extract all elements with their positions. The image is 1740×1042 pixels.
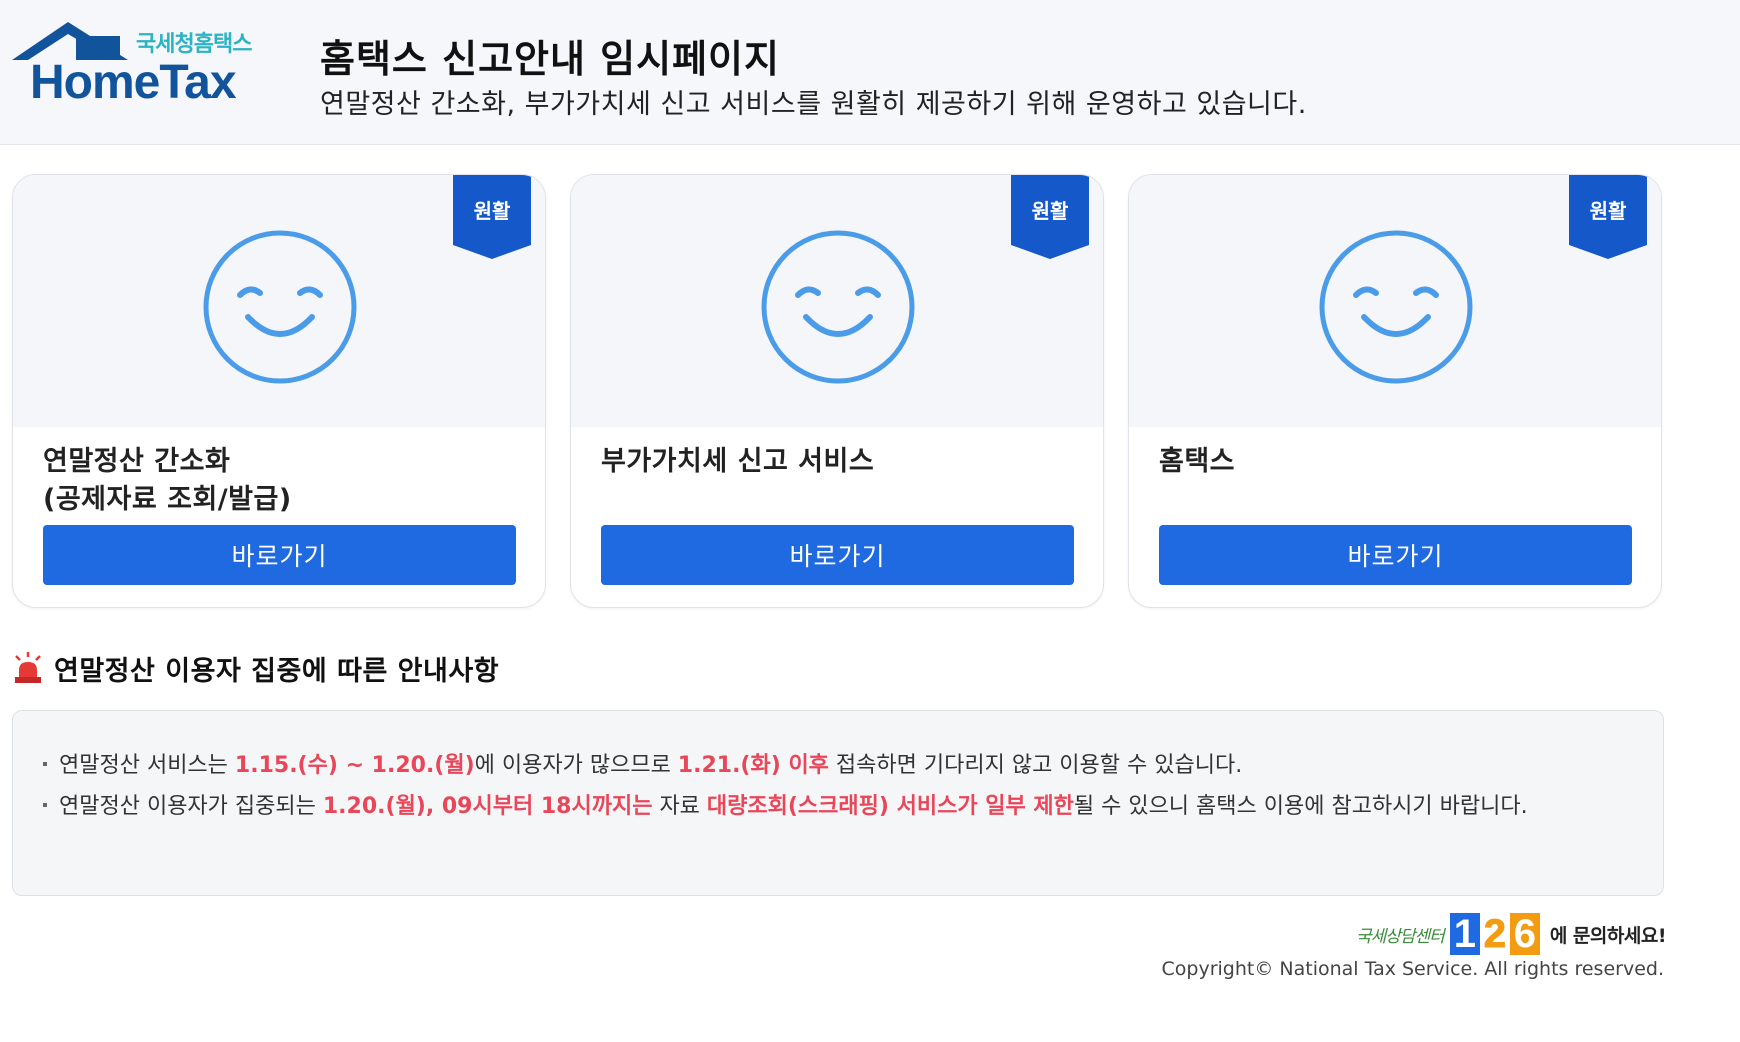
notice-text: 될 수 있으니 홈택스 이용에 참고하시기 바랍니다. <box>1073 794 1528 819</box>
siren-icon <box>15 652 41 683</box>
smile-icon <box>203 230 357 384</box>
notice-heading: 연말정산 이용자 집중에 따른 안내사항 <box>12 648 499 688</box>
card-title-line1: 부가가치세 신고 서비스 <box>601 446 875 477</box>
notice-title: 연말정산 이용자 집중에 따른 안내사항 <box>54 655 500 687</box>
service-cards: 원활 연말정산 간소화 (공제자료 조회/발급) 바로가기 원활 부가가치세 신… <box>12 174 1664 608</box>
service-card-hometax: 원활 홈택스 바로가기 <box>1128 174 1662 608</box>
card-title: 연말정산 간소화 (공제자료 조회/발급) <box>43 443 523 519</box>
contact-digit: 6 <box>1509 913 1540 955</box>
service-card-vat-filing: 원활 부가가치세 신고 서비스 바로가기 <box>570 174 1104 608</box>
card-status-area: 원활 <box>571 175 1103 427</box>
contact-center-label: 국세상담센터 <box>1355 926 1445 947</box>
status-badge-label: 원활 <box>1031 199 1069 223</box>
card-title-line2: (공제자료 조회/발급) <box>43 484 292 515</box>
notice-text: 연말정산 서비스는 <box>59 753 235 778</box>
contact-prompt: 에 문의하세요! <box>1549 924 1667 947</box>
notice-highlight: 1.21.(화) 이후 <box>677 753 829 778</box>
notice-highlight: 1.20.(월), 09시부터 18시까지는 <box>322 794 653 819</box>
contact-digit: 2 <box>1479 913 1510 956</box>
contact-number: 1 2 6 <box>1449 913 1540 956</box>
go-button-hometax[interactable]: 바로가기 <box>1159 525 1632 585</box>
notice-highlight: 대량조회(스크래핑) 서비스가 일부 제한 <box>706 794 1074 819</box>
notice-text: 자료 <box>652 794 707 819</box>
hometax-logo[interactable]: 국세청홈택스 HomeTax <box>10 22 270 112</box>
card-status-area: 원활 <box>13 175 545 427</box>
status-badge-label: 원활 <box>1589 199 1627 223</box>
card-title: 부가가치세 신고 서비스 <box>601 443 1081 481</box>
notice-item: 연말정산 이용자가 집중되는 1.20.(월), 09시부터 18시까지는 자료… <box>43 790 1603 823</box>
page-title: 홈택스 신고안내 임시페이지 <box>320 37 780 81</box>
notice-item: 연말정산 서비스는 1.15.(수) ~ 1.20.(월)에 이용자가 많으므로… <box>43 749 1603 782</box>
notice-text: 에 이용자가 많으므로 <box>474 753 678 778</box>
notice-text: 접속하면 기다리지 않고 이용할 수 있습니다. <box>828 753 1243 778</box>
service-card-year-end-settlement: 원활 연말정산 간소화 (공제자료 조회/발급) 바로가기 <box>12 174 546 608</box>
logo-subtitle: 국세청홈택스 <box>136 32 252 57</box>
header: 국세청홈택스 HomeTax 홈택스 신고안내 임시페이지 연말정산 간소화, … <box>0 0 1740 145</box>
status-badge: 원활 <box>1011 175 1089 259</box>
contact-digit: 1 <box>1449 913 1480 955</box>
card-title-line1: 연말정산 간소화 <box>43 446 231 477</box>
card-status-area: 원활 <box>1129 175 1661 427</box>
notice-list: 연말정산 서비스는 1.15.(수) ~ 1.20.(월)에 이용자가 많으므로… <box>43 749 1603 831</box>
smile-icon <box>1319 230 1473 384</box>
notice-highlight: 1.15.(수) ~ 1.20.(월) <box>234 753 475 778</box>
contact-center-banner: 국세상담센터 1 2 6 에 문의하세요! <box>1330 912 1667 956</box>
notice-text: 연말정산 이용자가 집중되는 <box>59 794 323 819</box>
go-button-vat-filing[interactable]: 바로가기 <box>601 525 1074 585</box>
copyright: Copyright© National Tax Service. All rig… <box>1161 958 1664 980</box>
status-badge: 원활 <box>1569 175 1647 259</box>
card-title-line1: 홈택스 <box>1159 446 1236 477</box>
smile-icon <box>761 230 915 384</box>
notice-box: 연말정산 서비스는 1.15.(수) ~ 1.20.(월)에 이용자가 많으므로… <box>12 710 1664 896</box>
page-description: 연말정산 간소화, 부가가치세 신고 서비스를 원활히 제공하기 위해 운영하고… <box>320 89 1307 120</box>
logo-wordmark: HomeTax <box>30 56 237 109</box>
go-button-year-end-settlement[interactable]: 바로가기 <box>43 525 516 585</box>
status-badge-label: 원활 <box>473 199 511 223</box>
card-title: 홈택스 <box>1159 443 1639 481</box>
status-badge: 원활 <box>453 175 531 259</box>
